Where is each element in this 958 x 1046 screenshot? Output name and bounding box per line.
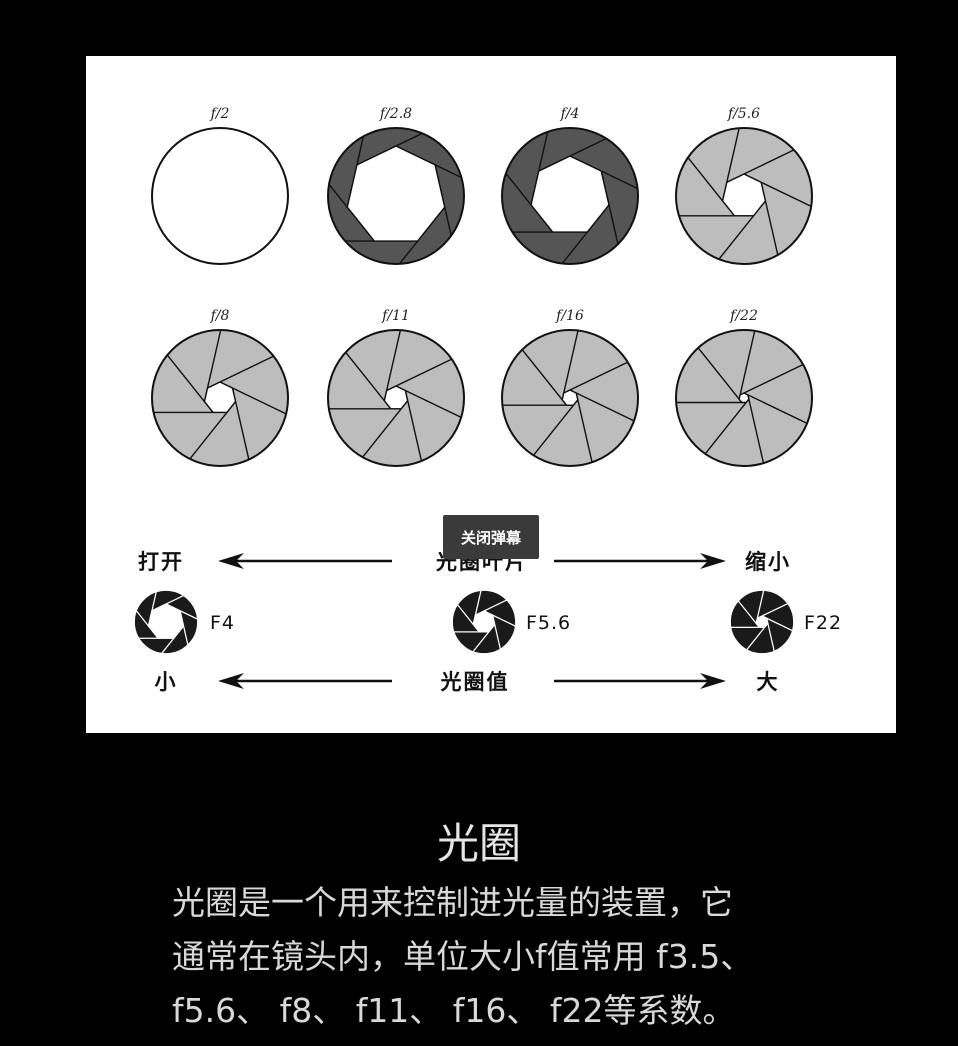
- aperture-iris: [327, 329, 465, 467]
- caption-line: 通常在镜头内，单位大小f值常用 f3.5、: [172, 937, 754, 976]
- aperture-label: f/2.8: [379, 106, 412, 122]
- row1-left-label: 打开: [138, 550, 184, 574]
- caption-body: 光圈是一个用来控制进光量的装置，它 通常在镜头内，单位大小f值常用 f3.5、 …: [172, 876, 812, 1038]
- aperture-label: f/2: [210, 106, 230, 122]
- aperture-iris: [327, 127, 465, 265]
- sample-fnumber-label: F5.6: [526, 612, 571, 634]
- aperture-iris: [133, 589, 199, 655]
- row2-right-label: 大: [757, 670, 780, 694]
- aperture-iris: [675, 329, 813, 467]
- sample-fnumber-label: F22: [804, 612, 842, 634]
- open-aperture-circle: [151, 127, 289, 265]
- caption-line: 光圈是一个用来控制进光量的装置，它: [172, 883, 733, 922]
- aperture-label: f/5.6: [727, 106, 760, 122]
- aperture-label: f/8: [210, 308, 230, 324]
- row1-right-label: 缩小: [745, 550, 791, 574]
- aperture-iris: [501, 329, 639, 467]
- close-danmaku-button[interactable]: 关闭弹幕: [443, 515, 539, 559]
- aperture-iris: [729, 589, 795, 655]
- caption-title: 光圈: [436, 819, 521, 868]
- aperture-label: f/11: [381, 308, 410, 324]
- aperture-label: f/22: [729, 308, 758, 324]
- aperture-label: f/4: [560, 106, 580, 122]
- aperture-figure: f/2 f/2.8 f/4 f/5.6 f/8 f/11 f/16 f/22 打开 光圈叶片 缩小小…: [86, 56, 896, 733]
- row2-left-label: 小: [155, 670, 178, 694]
- row2-center-label: 光圈值: [440, 670, 510, 694]
- sample-fnumber-label: F4: [210, 612, 235, 634]
- aperture-diagram: f/2 f/2.8 f/4 f/5.6f/8 f/11 f/16 f/22打开 光圈叶片 缩小小…: [133, 106, 842, 694]
- aperture-iris: [501, 127, 639, 265]
- aperture-iris: [151, 127, 289, 265]
- aperture-label: f/16: [555, 308, 584, 324]
- aperture-iris: [675, 127, 813, 265]
- caption-line: f5.6、 f8、 f11、 f16、 f22等系数。: [172, 991, 736, 1030]
- aperture-iris: [151, 329, 289, 467]
- aperture-iris: [451, 589, 517, 655]
